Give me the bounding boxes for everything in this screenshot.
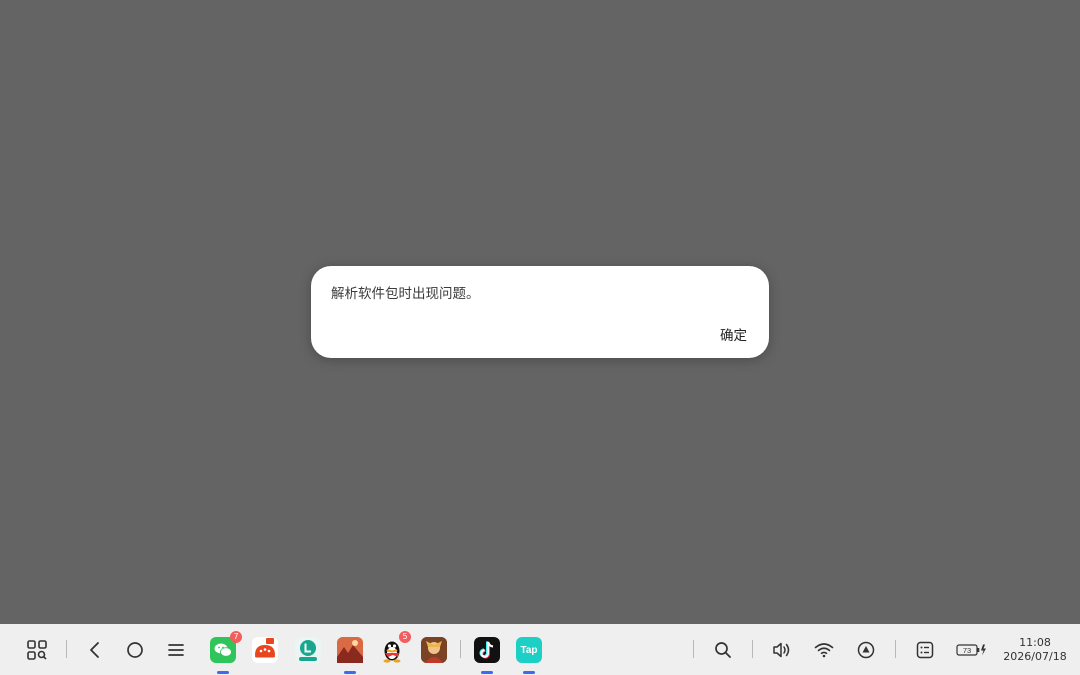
unread-badge: 7 [230,631,242,643]
taptap-app-icon[interactable]: Tap [516,637,542,663]
ok-button[interactable]: 确定 [720,324,747,344]
wechat-app-icon[interactable]: 7 [210,631,242,663]
game-app-icon-1[interactable] [337,637,363,663]
taskbar-divider [66,640,67,658]
clock[interactable]: 11:08 2026/07/18 [1002,636,1068,664]
back-icon[interactable] [84,624,106,675]
taskbar-divider [752,640,753,658]
clock-date: 2026/07/18 [1003,650,1067,663]
cast-icon[interactable] [855,624,877,675]
app-grid-icon[interactable] [24,624,50,675]
unread-badge: 5 [399,631,411,643]
qq-app-icon[interactable]: 5 [379,631,411,663]
home-icon[interactable] [124,624,146,675]
running-indicator [217,671,229,674]
dialog-message: 解析软件包时出现问题。 [331,286,480,302]
running-indicator [523,671,535,674]
battery-indicator[interactable]: 73 [955,624,989,675]
taskbar-divider [895,640,896,658]
red-app-icon[interactable] [252,637,278,663]
taskbar-divider [460,640,461,658]
alert-dialog: 解析软件包时出现问题。 确定 [311,266,769,358]
taptap-label: Tap [520,644,538,656]
volume-icon[interactable] [771,624,793,675]
running-indicator [344,671,356,674]
battery-level: 73 [963,646,971,655]
clock-time: 11:08 [1019,636,1051,649]
teal-app-icon[interactable] [295,637,321,663]
running-indicator [481,671,493,674]
game-app-icon-2[interactable] [421,637,447,663]
wifi-icon[interactable] [813,624,835,675]
taskbar-divider [693,640,694,658]
search-icon[interactable] [712,624,734,675]
menu-icon[interactable] [165,624,187,675]
tiktok-app-icon[interactable] [474,637,500,663]
notification-icon[interactable] [914,624,936,675]
